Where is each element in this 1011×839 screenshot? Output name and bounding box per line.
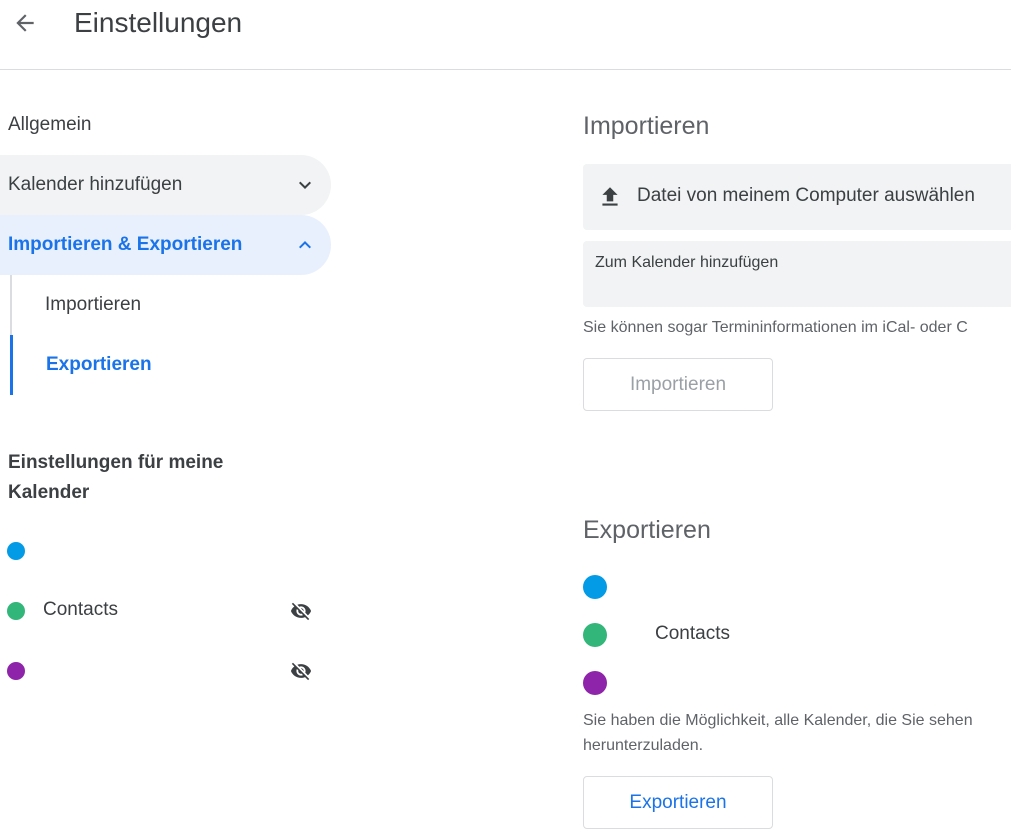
import-heading: Importieren xyxy=(583,112,710,140)
calendar-name: Contacts xyxy=(43,599,118,620)
page-title: Einstellungen xyxy=(74,7,243,38)
sidebar-subitem-export[interactable]: Exportieren xyxy=(10,335,331,395)
sidebar-item-add-calendar[interactable]: Kalender hinzufügen xyxy=(0,155,331,215)
import-button[interactable]: Importieren xyxy=(583,358,773,411)
file-picker-button[interactable]: Datei von meinem Computer auswählen xyxy=(583,164,1011,230)
chevron-up-icon[interactable] xyxy=(293,233,317,257)
sidebar-calendar-row[interactable]: Contacts xyxy=(0,591,331,631)
import-help-text: Sie können sogar Termininformationen im … xyxy=(583,319,968,336)
export-calendar-color-dot xyxy=(583,623,607,647)
sidebar-subitem-import[interactable]: Importieren xyxy=(10,275,331,335)
export-calendar-color-dot xyxy=(583,575,607,599)
back-button[interactable] xyxy=(8,6,42,40)
file-picker-label: Datei von meinem Computer auswählen xyxy=(637,185,975,206)
sidebar-calendar-row[interactable] xyxy=(0,531,331,571)
app-header: Einstellungen xyxy=(0,0,1011,70)
export-calendar-name: Contacts xyxy=(655,623,730,644)
calendar-color-dot xyxy=(7,662,25,680)
calendar-color-dot xyxy=(7,602,25,620)
export-heading: Exportieren xyxy=(583,516,711,544)
sidebar-item-label: Importieren & Exportieren xyxy=(8,234,243,255)
arrow-back-icon xyxy=(16,14,34,32)
export-calendar-color-dot xyxy=(583,671,607,695)
add-to-calendar-label: Zum Kalender hinzufügen xyxy=(595,254,779,271)
sidebar-item-label: Kalender hinzufügen xyxy=(8,174,183,195)
export-button[interactable]: Exportieren xyxy=(583,776,773,829)
export-help-text-line2: herunterzuladen. xyxy=(583,737,704,754)
settings-sidebar: Allgemein Kalender hinzufügen Importiere… xyxy=(0,70,340,839)
export-help-text-line1: Sie haben die Möglichkeit, alle Kalender… xyxy=(583,712,973,729)
my-calendars-heading: Einstellungen für meine Kalender xyxy=(8,452,224,503)
calendar-color-dot xyxy=(7,542,25,560)
sidebar-item-import-export[interactable]: Importieren & Exportieren xyxy=(0,215,331,275)
chevron-down-icon[interactable] xyxy=(293,173,317,197)
visibility-off-icon[interactable] xyxy=(287,599,315,623)
upload-icon xyxy=(602,187,618,206)
add-to-calendar-select[interactable]: Zum Kalender hinzufügen xyxy=(583,241,1011,307)
sidebar-calendar-row[interactable] xyxy=(0,651,331,691)
visibility-off-icon[interactable] xyxy=(287,659,315,683)
sidebar-item-general[interactable]: Allgemein xyxy=(0,95,331,155)
